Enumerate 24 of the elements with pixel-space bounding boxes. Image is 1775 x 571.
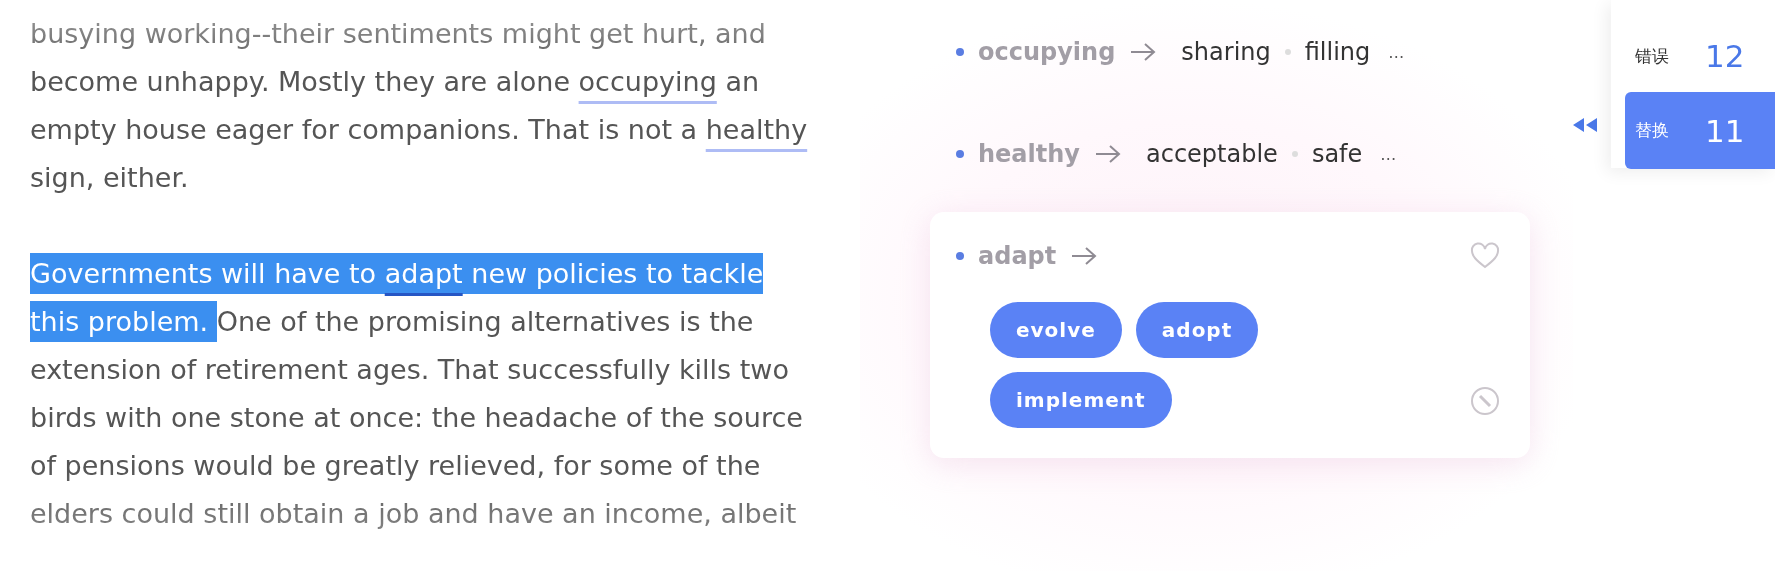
replacement-chip[interactable]: adopt	[1135, 302, 1259, 358]
bullet-icon	[956, 150, 964, 158]
paragraph: Governments will have to adapt new policies to tackle this problem. One of the promising alternatives is the extension of retirement ages. That successfully kills two birds with one stone at once: the headache of the source of pensions would be greatly relieved, for some of the elders could still obtain a job and have an income, albeit	[30, 250, 803, 538]
arrow-icon	[1094, 143, 1122, 165]
arrow-icon	[1070, 245, 1099, 267]
heart-icon[interactable]	[1470, 242, 1500, 270]
arrow-icon	[1129, 41, 1158, 63]
ignore-icon[interactable]	[1470, 386, 1500, 416]
replacement-chip[interactable]: implement	[990, 372, 1172, 428]
bullet-icon	[956, 252, 964, 260]
alternative-word[interactable]: sharing	[1181, 38, 1271, 66]
bullet-icon	[956, 48, 964, 56]
separator-dot	[1284, 49, 1291, 55]
collapse-icon[interactable]	[1573, 118, 1599, 132]
alternative-word[interactable]: filling	[1304, 38, 1371, 66]
tab[interactable]: 错误 12	[1625, 20, 1775, 92]
alternative-word[interactable]: acceptable	[1146, 140, 1278, 168]
alternative-word[interactable]: safe	[1311, 140, 1363, 168]
paragraph: busying working--their sentiments might get hurt, and become unhappy. Mostly they are alone occupying an empty house eager for companions. That is not a healthy sign, either.	[30, 17, 808, 195]
more-ellipsis[interactable]: …	[1388, 42, 1405, 62]
replacement-chip[interactable]: evolve	[990, 302, 1122, 358]
separator-dot	[1291, 151, 1298, 157]
tab[interactable]: 替换 11	[1625, 92, 1775, 169]
more-ellipsis[interactable]: …	[1380, 144, 1397, 164]
